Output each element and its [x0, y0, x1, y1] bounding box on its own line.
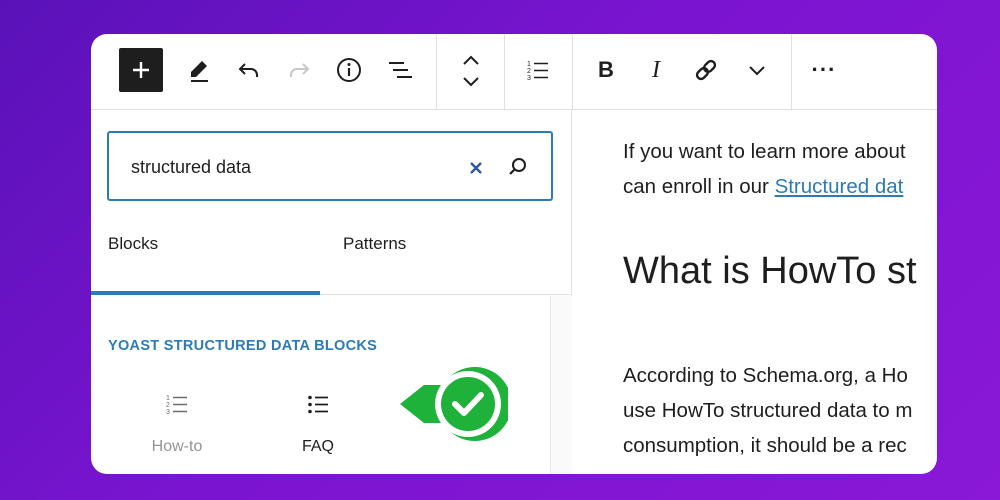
- options-button[interactable]: ···: [802, 48, 846, 92]
- link-button[interactable]: [684, 48, 728, 92]
- ordered-list-icon: 1 2 3: [527, 61, 548, 82]
- checkmark-badge: [400, 367, 508, 441]
- toolbar-separator: [791, 34, 792, 110]
- paragraph-line: use HowTo structured data to m: [623, 399, 913, 422]
- active-tab-indicator: [91, 291, 320, 295]
- svg-text:2: 2: [166, 402, 170, 409]
- paragraph-line: can enroll in our Structured dat: [623, 169, 906, 204]
- bold-label: B: [598, 57, 614, 82]
- italic-button[interactable]: I: [634, 48, 678, 92]
- inserter-tabs: Blocks Patterns: [91, 228, 572, 295]
- bold-button[interactable]: B: [584, 48, 628, 92]
- search-input[interactable]: [131, 155, 451, 179]
- block-item-how-to[interactable]: 1 2 3 How-to: [117, 378, 237, 474]
- svg-text:2: 2: [527, 68, 531, 75]
- block-item-faq[interactable]: FAQ: [258, 378, 378, 474]
- more-formatting-button[interactable]: [735, 48, 779, 92]
- paragraph-line: consumption, it should be a rec: [623, 434, 907, 457]
- close-icon: [470, 162, 482, 174]
- toolbar-separator: [504, 34, 505, 110]
- ordered-list-icon: 1 2 3: [166, 395, 187, 416]
- editor-panel: 1 2 3 B I ··· structured data Blocks Pat…: [91, 34, 937, 474]
- block-inserter: Blocks Patterns YOAST STRUCTURED DATA BL…: [91, 110, 572, 474]
- list-view-button[interactable]: [378, 48, 422, 92]
- list-view-icon: [389, 62, 412, 78]
- undo-icon: [238, 63, 258, 77]
- paragraph-text: can enroll in our: [623, 175, 775, 198]
- redo-icon: [290, 63, 310, 77]
- category-title: YOAST STRUCTURED DATA BLOCKS: [108, 338, 378, 354]
- pencil-icon: [191, 61, 208, 82]
- editor-content: If you want to learn more about can enro…: [573, 110, 937, 474]
- tab-blocks[interactable]: Blocks: [108, 228, 320, 295]
- course-link[interactable]: Structured dat: [775, 175, 904, 198]
- paragraph[interactable]: If you want to learn more about can enro…: [623, 134, 906, 204]
- svg-text:3: 3: [166, 409, 170, 416]
- toolbar-separator: [436, 34, 437, 110]
- scrollbar[interactable]: [550, 296, 572, 474]
- italic-label: I: [652, 56, 660, 83]
- redo-button[interactable]: [277, 48, 321, 92]
- search-button[interactable]: [506, 155, 530, 179]
- clear-search-button[interactable]: [465, 157, 487, 179]
- block-label: FAQ: [301, 438, 334, 455]
- plus-icon: [133, 62, 149, 78]
- block-label: How-to: [151, 438, 203, 455]
- tab-blocks-label: Blocks: [108, 234, 159, 253]
- paragraph-line: If you want to learn more about: [623, 140, 906, 163]
- list-icon: [308, 395, 328, 414]
- tab-patterns[interactable]: Patterns: [343, 228, 543, 295]
- tools-button[interactable]: [177, 48, 221, 92]
- undo-button[interactable]: [227, 48, 271, 92]
- editor-toolbar: 1 2 3 B I ···: [91, 34, 937, 110]
- svg-text:1: 1: [166, 395, 170, 402]
- tab-patterns-label: Patterns: [343, 234, 407, 253]
- search-field[interactable]: [107, 131, 553, 201]
- chevron-up-down-icon: [463, 55, 479, 87]
- svg-text:3: 3: [527, 75, 531, 82]
- svg-text:1: 1: [527, 61, 531, 68]
- paragraph-line: According to Schema.org, a Ho: [623, 364, 908, 387]
- paragraph[interactable]: According to Schema.org, a Ho use HowTo …: [623, 358, 912, 463]
- search-icon: [509, 158, 526, 175]
- info-icon: [337, 58, 361, 82]
- move-button[interactable]: [449, 46, 493, 96]
- link-icon: [695, 59, 717, 81]
- details-button[interactable]: [327, 48, 371, 92]
- toolbar-separator: [572, 34, 573, 110]
- chevron-down-icon: [749, 66, 765, 76]
- ordered-list-button[interactable]: 1 2 3: [516, 48, 560, 92]
- add-block-button[interactable]: [119, 48, 163, 92]
- section-heading[interactable]: What is HowTo st: [623, 250, 917, 293]
- ellipsis-icon: ···: [811, 57, 837, 82]
